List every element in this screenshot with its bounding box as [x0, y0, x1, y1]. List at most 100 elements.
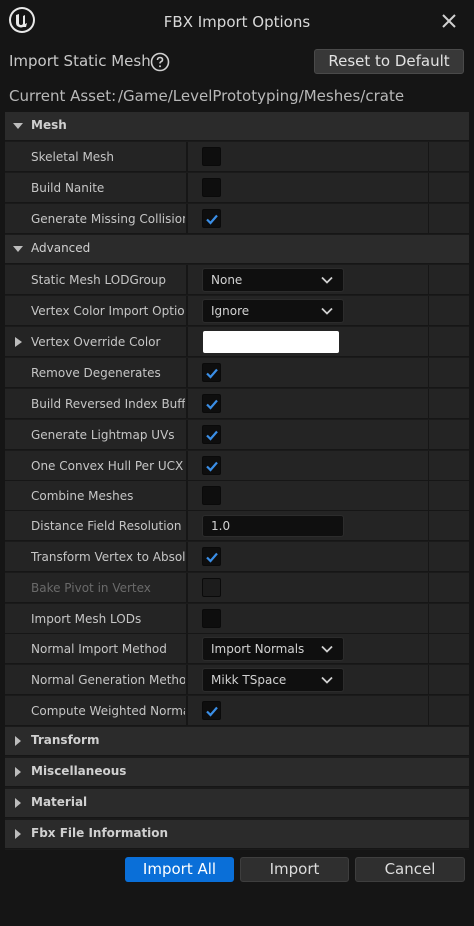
- remove-degenerates-checkbox[interactable]: [202, 363, 221, 382]
- prop-label: One Convex Hull Per UCX: [31, 459, 184, 473]
- check-icon: [206, 552, 218, 563]
- prop-normal-import-method: Normal Import Method Import Normals: [5, 634, 469, 664]
- section-advanced[interactable]: Advanced: [5, 235, 469, 264]
- prop-one-convex-hull: One Convex Hull Per UCX: [5, 451, 469, 481]
- prop-label: Combine Meshes: [31, 489, 134, 503]
- prop-label: Skeletal Mesh: [31, 150, 115, 164]
- prop-transform-vertex-absolute: Transform Vertex to Absol...: [5, 542, 469, 572]
- prop-label: Static Mesh LODGroup: [31, 273, 167, 287]
- prop-generate-lightmap-uvs: Generate Lightmap UVs: [5, 420, 469, 450]
- prop-build-reversed-index: Build Reversed Index Buffer: [5, 389, 469, 419]
- import-all-button[interactable]: Import All: [125, 857, 234, 882]
- import-mesh-lods-checkbox[interactable]: [202, 609, 221, 628]
- current-asset-row: Current Asset: /Game/LevelPrototyping/Me…: [0, 83, 474, 111]
- chevron-down-icon: [321, 676, 333, 684]
- vertex-color-dropdown[interactable]: Ignore: [202, 299, 344, 323]
- chevron-right-icon: [15, 736, 21, 746]
- prop-label: Vertex Override Color: [31, 335, 161, 349]
- normal-generation-method-dropdown[interactable]: Mikk TSpace: [202, 668, 344, 692]
- check-icon: [206, 399, 218, 410]
- prop-label: Generate Lightmap UVs: [31, 428, 175, 442]
- prop-generate-missing-collision: Generate Missing Collision: [5, 204, 469, 234]
- window-title: FBX Import Options: [163, 13, 311, 31]
- prop-label: Normal Import Method: [31, 642, 167, 656]
- input-value: 1.0: [211, 519, 231, 533]
- prop-distance-field-resolution: Distance Field Resolution S... 1.0: [5, 511, 469, 541]
- dropdown-value: None: [211, 273, 243, 287]
- chevron-right-icon: [15, 767, 21, 777]
- section-advanced-label: Advanced: [31, 241, 91, 255]
- prop-label: Generate Missing Collision: [31, 212, 185, 226]
- prop-compute-weighted-normals: Compute Weighted Normals: [5, 696, 469, 726]
- chevron-right-icon[interactable]: [14, 337, 23, 347]
- prop-label: Build Reversed Index Buffer: [31, 397, 185, 411]
- prop-label: Normal Generation Method: [31, 673, 185, 687]
- check-icon: [206, 368, 218, 379]
- prop-build-nanite: Build Nanite: [5, 173, 469, 203]
- chevron-right-icon: [15, 829, 21, 839]
- dropdown-value: Ignore: [211, 304, 250, 318]
- section-mesh-label: Mesh: [31, 118, 67, 132]
- distance-field-resolution-input[interactable]: 1.0: [202, 515, 344, 537]
- prop-lod-group: Static Mesh LODGroup None: [5, 265, 469, 295]
- generate-lightmap-uvs-checkbox[interactable]: [202, 425, 221, 444]
- help-icon[interactable]: [150, 52, 170, 72]
- prop-label: Bake Pivot in Vertex: [31, 581, 151, 595]
- chevron-right-icon: [15, 798, 21, 808]
- section-fbx-info-label: Fbx File Information: [31, 826, 169, 840]
- import-title: Import Static Mesh: [9, 52, 151, 70]
- current-asset-label: Current Asset:: [9, 87, 117, 105]
- bake-pivot-checkbox: [202, 578, 221, 597]
- one-convex-hull-checkbox[interactable]: [202, 456, 221, 475]
- prop-label: Remove Degenerates: [31, 366, 161, 380]
- section-miscellaneous-label: Miscellaneous: [31, 764, 127, 778]
- prop-normal-generation-method: Normal Generation Method Mikk TSpace: [5, 665, 469, 695]
- import-button[interactable]: Import: [240, 857, 349, 882]
- section-transform-label: Transform: [31, 733, 100, 747]
- section-miscellaneous[interactable]: Miscellaneous: [5, 758, 469, 787]
- compute-weighted-normals-checkbox[interactable]: [202, 701, 221, 720]
- chevron-down-icon: [13, 123, 23, 129]
- prop-bake-pivot-in-vertex: Bake Pivot in Vertex: [5, 573, 469, 603]
- prop-label: Build Nanite: [31, 181, 105, 195]
- build-reversed-index-checkbox[interactable]: [202, 394, 221, 413]
- check-icon: [206, 214, 218, 225]
- skeletal-mesh-checkbox[interactable]: [202, 147, 221, 166]
- combine-meshes-checkbox[interactable]: [202, 486, 221, 505]
- chevron-down-icon: [321, 276, 333, 284]
- cancel-button[interactable]: Cancel: [355, 857, 465, 882]
- vertex-override-color-swatch[interactable]: [203, 331, 339, 353]
- prop-label: Transform Vertex to Absol...: [31, 550, 185, 564]
- transform-vertex-absolute-checkbox[interactable]: [202, 547, 221, 566]
- prop-label: Compute Weighted Normals: [31, 704, 185, 718]
- check-icon: [206, 706, 218, 717]
- section-material-label: Material: [31, 795, 88, 809]
- generate-missing-collision-checkbox[interactable]: [202, 209, 221, 228]
- prop-remove-degenerates: Remove Degenerates: [5, 358, 469, 388]
- prop-label: Distance Field Resolution S...: [31, 519, 185, 533]
- reset-to-default-button[interactable]: Reset to Default: [314, 49, 464, 74]
- lod-group-dropdown[interactable]: None: [202, 268, 344, 292]
- prop-combine-meshes: Combine Meshes: [5, 481, 469, 511]
- prop-vertex-override-color: Vertex Override Color: [5, 327, 469, 357]
- section-material[interactable]: Material: [5, 789, 469, 818]
- close-icon[interactable]: [438, 10, 460, 32]
- prop-import-mesh-lods: Import Mesh LODs: [5, 604, 469, 634]
- dropdown-value: Import Normals: [211, 642, 305, 656]
- prop-label: Vertex Color Import Option: [31, 304, 185, 318]
- current-asset-path: /Game/LevelPrototyping/Meshes/crate: [118, 87, 405, 105]
- section-mesh[interactable]: Mesh: [5, 112, 469, 141]
- dropdown-value: Mikk TSpace: [211, 673, 287, 687]
- prop-label: Import Mesh LODs: [31, 612, 142, 626]
- chevron-down-icon: [13, 246, 23, 252]
- title-bar: FBX Import Options: [0, 0, 474, 45]
- normal-import-method-dropdown[interactable]: Import Normals: [202, 637, 344, 661]
- chevron-down-icon: [321, 307, 333, 315]
- prop-skeletal-mesh: Skeletal Mesh: [5, 142, 469, 172]
- build-nanite-checkbox[interactable]: [202, 178, 221, 197]
- chevron-down-icon: [321, 645, 333, 653]
- section-fbx-file-information[interactable]: Fbx File Information: [5, 820, 469, 849]
- check-icon: [206, 430, 218, 441]
- section-transform[interactable]: Transform: [5, 727, 469, 756]
- check-icon: [206, 461, 218, 472]
